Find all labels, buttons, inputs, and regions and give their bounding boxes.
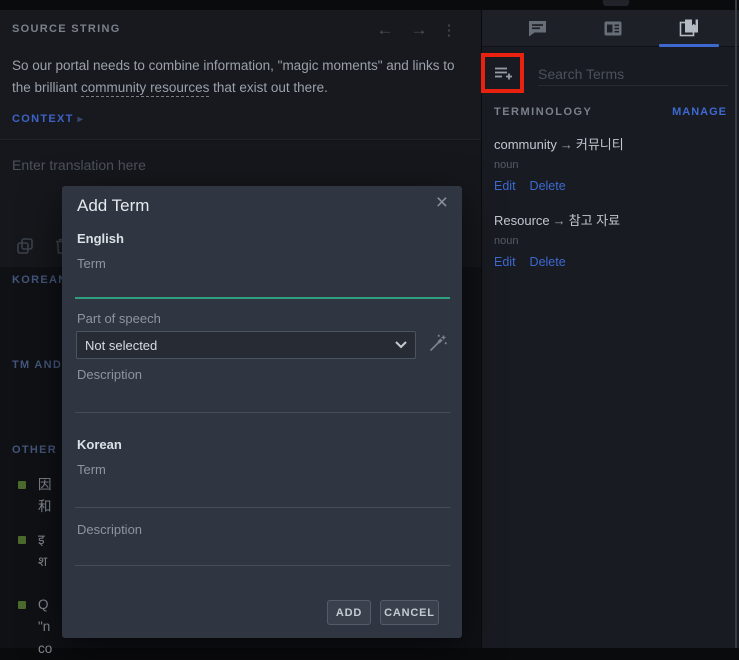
close-icon: × bbox=[436, 191, 448, 214]
scrollbar[interactable] bbox=[735, 0, 737, 648]
tab-notes[interactable] bbox=[575, 10, 651, 46]
other-language-line: श bbox=[38, 551, 62, 573]
term-part-of-speech: noun bbox=[494, 159, 727, 171]
english-term-label: Term bbox=[77, 256, 106, 271]
chevron-down-icon bbox=[395, 341, 407, 349]
status-bullet-icon bbox=[18, 481, 26, 489]
korean-description-label: Description bbox=[77, 522, 142, 537]
term-target: 참고 자료 bbox=[569, 213, 620, 228]
status-bullet-icon bbox=[18, 536, 26, 544]
context-arrow-icon: ▸ bbox=[78, 114, 84, 125]
close-dialog-button[interactable]: × bbox=[436, 192, 448, 213]
korean-section-heading: Korean bbox=[77, 437, 122, 452]
source-string-panel: SOURCE STRING ← → ⋮ So our portal needs … bbox=[0, 10, 481, 140]
source-text: So our portal needs to combine informati… bbox=[12, 55, 472, 99]
other-language-line: co bbox=[38, 638, 62, 660]
more-options-button[interactable]: ⋮ bbox=[441, 18, 457, 42]
english-description-input[interactable] bbox=[75, 387, 450, 413]
term-pair: community→커뮤니티 bbox=[494, 134, 727, 153]
delete-term-link[interactable]: Delete bbox=[530, 255, 566, 269]
context-label: CONTEXT bbox=[12, 113, 74, 125]
korean-description-input[interactable] bbox=[75, 540, 450, 566]
status-bullet-icon bbox=[18, 601, 26, 609]
term-source: Resource bbox=[494, 213, 550, 228]
source-string-label: SOURCE STRING bbox=[12, 23, 121, 35]
other-language-item[interactable]: Q "n co bbox=[0, 594, 62, 660]
tab-terminology[interactable] bbox=[651, 10, 727, 46]
edit-term-link[interactable]: Edit bbox=[494, 255, 516, 269]
active-tab-indicator bbox=[659, 44, 719, 47]
terminology-panel: TERMINOLOGY MANAGE community→커뮤니티 noun E… bbox=[482, 10, 739, 648]
dialog-title: Add Term bbox=[77, 196, 149, 216]
manage-terms-link[interactable]: MANAGE bbox=[672, 106, 727, 118]
context-link[interactable]: CONTEXT ▸ bbox=[12, 113, 84, 125]
term-source: community bbox=[494, 137, 557, 152]
other-language-line: Q bbox=[38, 594, 62, 616]
english-section-heading: English bbox=[77, 231, 124, 246]
document-icon bbox=[604, 21, 622, 36]
tab-comments[interactable] bbox=[499, 10, 575, 46]
next-segment-button[interactable]: → bbox=[407, 18, 431, 42]
back-arrow-icon: ← bbox=[377, 20, 394, 40]
term-arrow-icon: → bbox=[550, 213, 569, 228]
window-drag-handle bbox=[603, 0, 629, 6]
other-language-item[interactable]: 因 和 bbox=[0, 474, 62, 518]
auto-suggest-button[interactable] bbox=[426, 333, 448, 355]
other-language-line: 和 bbox=[38, 496, 62, 518]
term-target: 커뮤니티 bbox=[576, 137, 624, 152]
english-description-label: Description bbox=[77, 367, 142, 382]
term-arrow-icon: → bbox=[557, 137, 576, 152]
magic-wand-icon bbox=[427, 334, 447, 354]
add-button[interactable]: ADD bbox=[327, 600, 371, 625]
term-pair: Resource→참고 자료 bbox=[494, 210, 727, 229]
copy-icon bbox=[15, 236, 35, 256]
other-language-line: 因 bbox=[38, 474, 62, 496]
part-of-speech-select[interactable]: Not selected bbox=[76, 331, 416, 359]
term-part-of-speech: noun bbox=[494, 235, 727, 247]
kebab-icon: ⋮ bbox=[442, 21, 457, 39]
copy-source-button[interactable] bbox=[14, 235, 36, 257]
korean-term-input[interactable] bbox=[75, 482, 450, 508]
panel-tab-bar bbox=[482, 10, 739, 47]
term-entry: community→커뮤니티 noun Edit Delete bbox=[494, 134, 727, 193]
playlist-add-icon bbox=[493, 64, 515, 82]
termbase-book-icon bbox=[679, 19, 699, 37]
english-term-input[interactable] bbox=[75, 273, 450, 299]
other-language-item[interactable]: इ श bbox=[0, 529, 62, 573]
part-of-speech-label: Part of speech bbox=[77, 311, 161, 326]
terminology-header: TERMINOLOGY bbox=[494, 106, 592, 118]
cancel-button[interactable]: CANCEL bbox=[380, 600, 439, 625]
highlighted-term[interactable]: community resources bbox=[81, 80, 209, 97]
translation-placeholder: Enter translation here bbox=[12, 157, 146, 173]
add-term-button[interactable] bbox=[490, 60, 518, 86]
add-term-dialog: Add Term × English Term Part of speech N… bbox=[62, 186, 462, 638]
segment-navigation: ← → ⋮ bbox=[373, 18, 457, 42]
delete-term-link[interactable]: Delete bbox=[530, 179, 566, 193]
part-of-speech-value: Not selected bbox=[85, 338, 395, 353]
source-text-after: that exist out there. bbox=[209, 80, 328, 95]
terminology-header-row: TERMINOLOGY MANAGE bbox=[494, 106, 727, 118]
term-entry: Resource→참고 자료 noun Edit Delete bbox=[494, 210, 727, 269]
other-language-line: "n bbox=[38, 616, 62, 638]
other-language-line: इ bbox=[38, 529, 62, 551]
korean-term-label: Term bbox=[77, 462, 106, 477]
edit-term-link[interactable]: Edit bbox=[494, 179, 516, 193]
previous-segment-button[interactable]: ← bbox=[373, 18, 397, 42]
comment-icon bbox=[528, 20, 547, 37]
forward-arrow-icon: → bbox=[411, 20, 428, 40]
search-terms-input[interactable] bbox=[538, 62, 728, 86]
